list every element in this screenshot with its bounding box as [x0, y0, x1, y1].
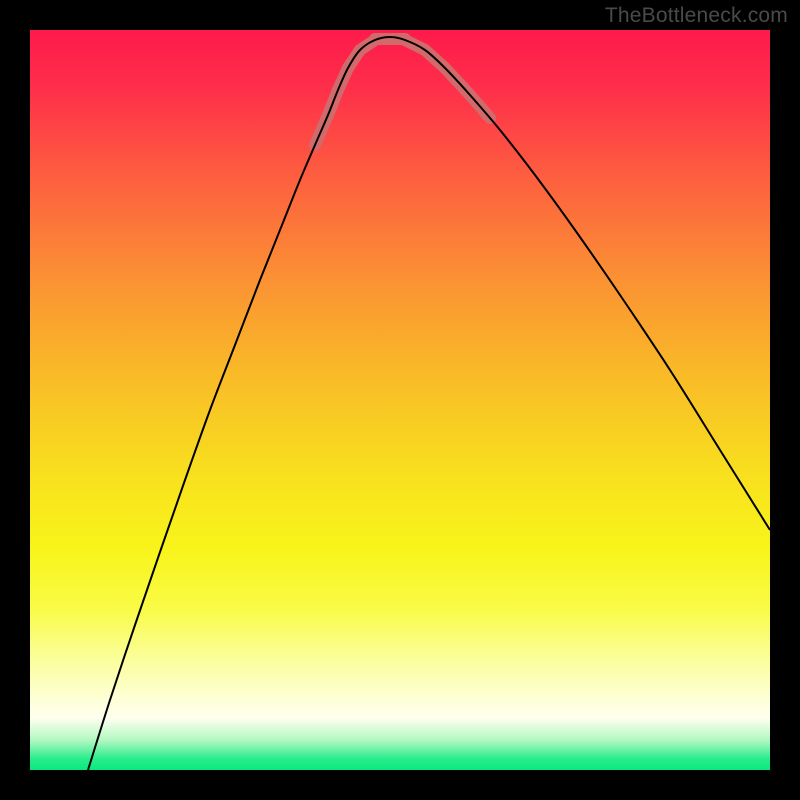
bottleneck-curve	[88, 37, 770, 770]
flat-zone-marks	[315, 39, 490, 145]
chart-frame: TheBottleneck.com	[0, 0, 800, 800]
curve-layer	[30, 30, 770, 770]
watermark-text: TheBottleneck.com	[605, 4, 788, 28]
plot-area	[30, 30, 770, 770]
